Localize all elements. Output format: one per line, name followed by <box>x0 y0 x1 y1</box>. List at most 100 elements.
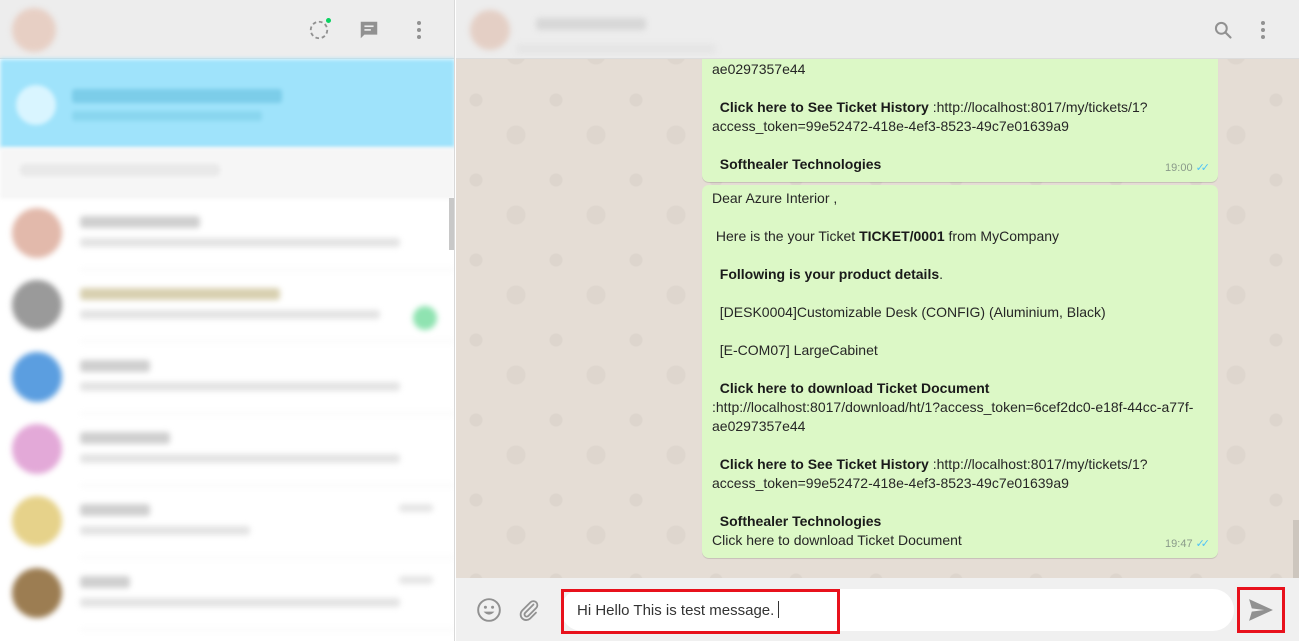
message-text: ae0297357e44 Click here to See Ticket Hi… <box>712 60 1208 174</box>
message-line: ae0297357e44 <box>712 417 1208 436</box>
message-line: Click here to See Ticket History :http:/… <box>712 455 1208 474</box>
ticket-number: TICKET/0001 <box>859 228 945 244</box>
message-line: :http://localhost:8017/download/ht/1?acc… <box>712 398 1208 417</box>
message-line: [DESK0004]Customizable Desk (CONFIG) (Al… <box>712 303 1208 322</box>
conversation-pane: ae0297357e44 Click here to See Ticket Hi… <box>456 0 1299 641</box>
contact-name[interactable] <box>536 18 646 30</box>
chat-list <box>0 198 454 630</box>
contact-avatar[interactable] <box>470 10 510 50</box>
bold-text: Softhealer Technologies <box>719 513 882 529</box>
message-line: Click here to download Ticket Document <box>712 379 1208 398</box>
message-line: Click here to download Ticket Document <box>712 531 1208 550</box>
list-item[interactable] <box>0 414 454 486</box>
message-line: Here is the your Ticket TICKET/0001 from… <box>712 227 1208 246</box>
bold-text: Softhealer Technologies <box>719 156 882 172</box>
message-line: access_token=99e52472-418e-4ef3-8523-49c… <box>712 117 1208 136</box>
list-item[interactable] <box>0 342 454 414</box>
line-text: [DESK0004]Customizable Desk (CONFIG) (Al… <box>712 304 1106 320</box>
bold-text: Click here to See Ticket History <box>719 456 929 472</box>
message-list: ae0297357e44 Click here to See Ticket Hi… <box>456 51 1299 578</box>
message-line: Dear Azure Interior , <box>712 189 1208 208</box>
read-ticks-icon: ✓✓ <box>1195 162 1211 174</box>
avatar <box>12 568 62 618</box>
notification-banner[interactable] <box>0 59 454 148</box>
avatar <box>12 280 62 330</box>
conversation-menu-icon[interactable] <box>1248 15 1278 45</box>
smiley-icon <box>477 598 501 622</box>
line-text: :http://localhost:8017/download/ht/1?acc… <box>712 399 1194 415</box>
avatar <box>12 208 62 258</box>
bold-text: Click here to download Ticket Document <box>719 380 990 396</box>
list-item[interactable] <box>0 558 454 630</box>
line-text: ae0297357e44 <box>712 61 806 77</box>
bold-text: Following is your product details <box>719 266 940 282</box>
line-text: access_token=99e52472-418e-4ef3-8523-49c… <box>712 475 1069 491</box>
message-bubble[interactable]: Dear Azure Interior , Here is the your T… <box>702 185 1218 558</box>
message-scrollbar[interactable] <box>1293 520 1299 578</box>
message-line: Following is your product details. <box>712 265 1208 284</box>
message-line: Click here to See Ticket History :http:/… <box>712 98 1208 117</box>
line-text: Click here to download Ticket Document <box>712 532 962 548</box>
menu-icon[interactable] <box>404 15 434 45</box>
contact-status <box>516 44 716 54</box>
line-text: . <box>939 266 944 282</box>
line-text: access_token=99e52472-418e-4ef3-8523-49c… <box>712 118 1069 134</box>
line-text: [E-COM07] LargeCabinet <box>712 342 878 358</box>
message-icon <box>360 21 378 39</box>
message-line: [E-COM07] LargeCabinet <box>712 341 1208 360</box>
left-header <box>0 0 454 59</box>
paperclip-icon <box>519 600 539 621</box>
message-time: 19:00 <box>1165 162 1193 174</box>
emoji-icon[interactable] <box>474 595 504 625</box>
avatar <box>12 352 62 402</box>
line-text: :http://localhost:8017/my/tickets/1? <box>928 99 1148 115</box>
kebab-icon <box>417 21 421 39</box>
line-text: :http://localhost:8017/my/tickets/1? <box>928 456 1148 472</box>
chat-list-scrollbar[interactable] <box>449 198 454 250</box>
message-meta: 19:00 ✓✓ <box>1165 159 1211 178</box>
profile-avatar[interactable] <box>12 8 56 52</box>
message-line: access_token=99e52472-418e-4ef3-8523-49c… <box>712 474 1208 493</box>
message-bubble[interactable]: ae0297357e44 Click here to See Ticket Hi… <box>702 51 1218 182</box>
kebab-icon <box>1261 21 1265 39</box>
read-ticks-icon: ✓✓ <box>1195 538 1211 550</box>
avatar <box>12 496 62 546</box>
list-item[interactable] <box>0 198 454 270</box>
line-text: ae0297357e44 <box>712 418 806 434</box>
message-time: 19:47 <box>1165 538 1193 550</box>
notification-icon <box>16 85 56 125</box>
message-line: ae0297357e44 <box>712 60 1208 79</box>
attach-icon[interactable] <box>514 595 544 625</box>
search-icon[interactable] <box>1208 15 1238 45</box>
conversation-header <box>456 0 1299 59</box>
bold-text: Click here to See Ticket History <box>719 99 929 115</box>
line-text: Here is the your Ticket <box>712 228 860 244</box>
list-item[interactable] <box>0 486 454 558</box>
new-chat-icon[interactable] <box>354 15 384 45</box>
line-text: Dear Azure Interior , <box>712 190 838 206</box>
composer: Hi Hello This is test message. <box>456 578 1299 641</box>
message-meta: 19:47 ✓✓ <box>1165 535 1211 554</box>
message-line: Softhealer Technologies <box>712 155 1208 174</box>
list-item[interactable] <box>0 270 454 342</box>
magnifier-icon <box>1214 21 1232 39</box>
chat-list-pane <box>0 0 455 641</box>
status-icon[interactable] <box>304 15 334 45</box>
unread-badge <box>413 306 437 330</box>
message-line: Softhealer Technologies <box>712 512 1208 531</box>
avatar <box>12 424 62 474</box>
line-text: from MyCompany <box>944 228 1060 244</box>
input-highlight-box <box>561 589 840 634</box>
message-text: Dear Azure Interior , Here is the your T… <box>712 189 1208 550</box>
status-dot <box>325 17 332 24</box>
search-bar[interactable] <box>0 148 454 198</box>
